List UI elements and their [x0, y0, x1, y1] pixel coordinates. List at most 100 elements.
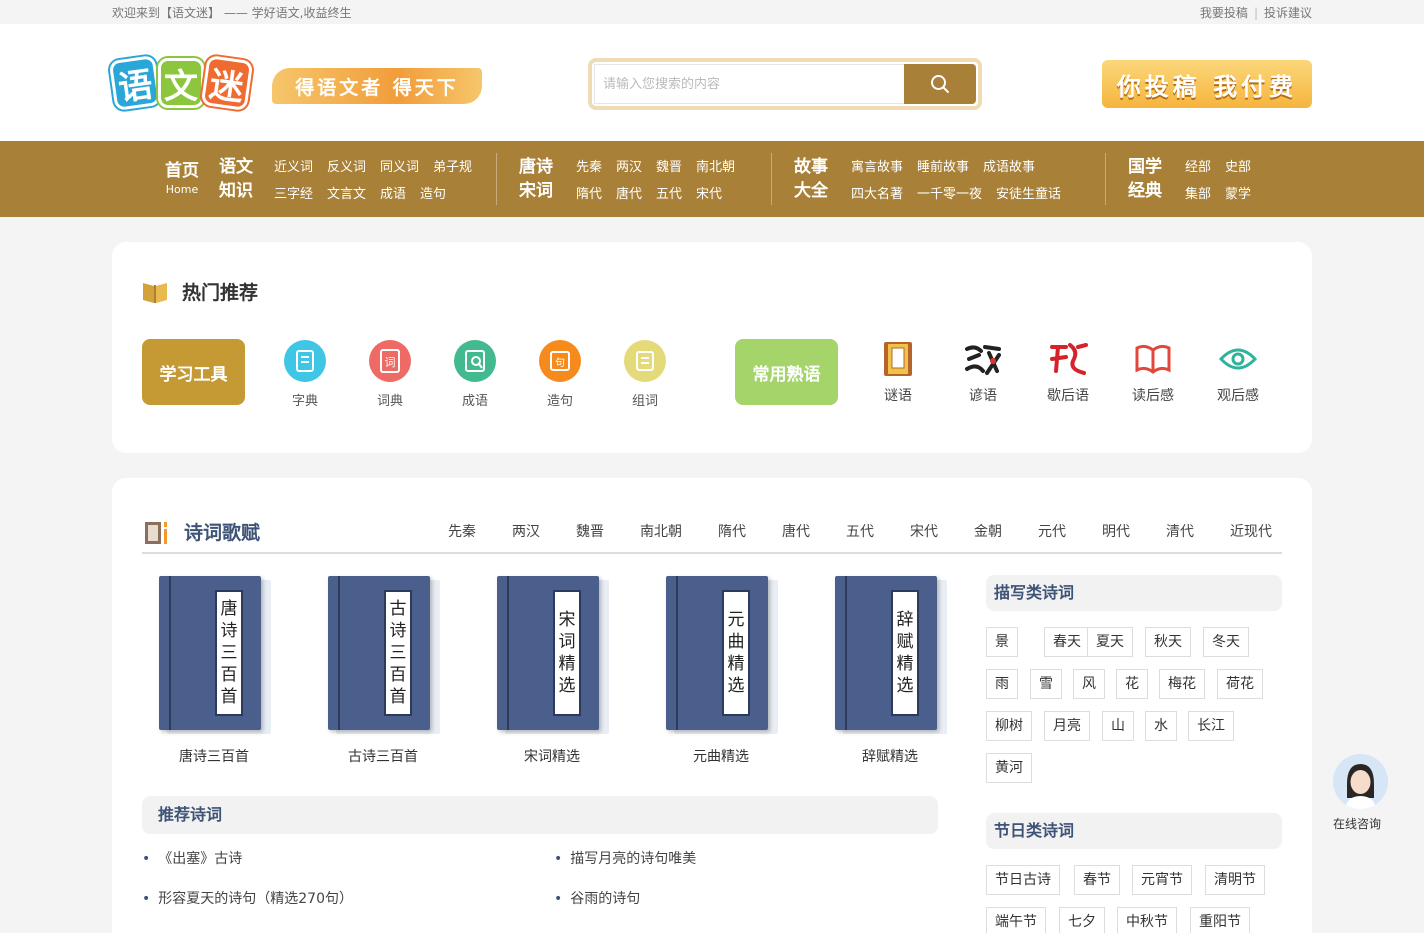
describe-tag[interactable]: 水 [1145, 711, 1177, 741]
book-item[interactable]: 宋词精选 宋词精选 [477, 576, 627, 766]
recommend-item[interactable]: 谷雨的诗句 [554, 888, 640, 908]
festival-tag[interactable]: 清明节 [1205, 865, 1265, 895]
festival-tag[interactable]: 端午节 [986, 907, 1046, 933]
era-tab[interactable]: 明代 [1102, 521, 1130, 541]
era-tab[interactable]: 金朝 [974, 521, 1002, 541]
nav-link[interactable]: 魏晋 [656, 156, 682, 175]
nav-link[interactable]: 宋代 [696, 183, 722, 202]
describe-tag[interactable]: 柳树 [986, 711, 1032, 741]
nav-group-title[interactable]: 唐诗 宋词 [516, 155, 556, 203]
describe-tag[interactable]: 秋天 [1145, 627, 1191, 657]
tool-zuci[interactable]: 组词 [615, 340, 675, 409]
describe-tag[interactable]: 荷花 [1217, 669, 1263, 699]
festival-tag[interactable]: 七夕 [1059, 907, 1105, 933]
nav-link[interactable]: 弟子规 [433, 156, 472, 175]
era-tab[interactable]: 清代 [1166, 521, 1194, 541]
nav-link[interactable]: 安徒生童话 [996, 183, 1061, 202]
common-phrases-button[interactable]: 常用熟语 [735, 339, 838, 405]
tool-dictionary[interactable]: 字典 [275, 340, 335, 409]
book-item[interactable]: 唐诗三百首 唐诗三百首 [139, 576, 289, 766]
era-tab[interactable]: 元代 [1038, 521, 1066, 541]
book-item[interactable]: 古诗三百首 古诗三百首 [308, 576, 458, 766]
describe-tag[interactable]: 风 [1073, 669, 1105, 699]
nav-link[interactable]: 成语故事 [983, 156, 1035, 175]
nav-link[interactable]: 近义词 [274, 156, 313, 175]
describe-tag[interactable]: 冬天 [1203, 627, 1249, 657]
contribute-banner[interactable]: 你投稿 我付费 [1102, 60, 1312, 108]
feedback-link[interactable]: 投诉建议 [1264, 6, 1312, 20]
nav-link[interactable]: 睡前故事 [917, 156, 969, 175]
site-logo[interactable]: 语 文 迷 [108, 54, 254, 112]
nav-link[interactable]: 五代 [656, 183, 682, 202]
search-button[interactable] [904, 64, 976, 104]
nav-link[interactable]: 三字经 [274, 183, 313, 202]
nav-link[interactable]: 文言文 [327, 183, 366, 202]
describe-tag[interactable]: 春天 [1044, 627, 1090, 657]
online-consult-button[interactable]: 在线咨询 [1332, 754, 1388, 832]
nav-home[interactable]: 首页 Home [160, 160, 204, 198]
festival-tag[interactable]: 元宵节 [1132, 865, 1192, 895]
era-tab[interactable]: 南北朝 [640, 521, 682, 541]
describe-tag[interactable]: 花 [1116, 669, 1148, 699]
nav-link[interactable]: 隋代 [576, 183, 602, 202]
recommend-item[interactable]: 形容夏天的诗句（精选270句） [142, 888, 353, 908]
nav-group-title[interactable]: 国学 经典 [1125, 155, 1165, 203]
tool-cidian[interactable]: 词 词典 [360, 340, 420, 409]
festival-tag[interactable]: 节日古诗 [986, 865, 1060, 895]
nav-link[interactable]: 四大名著 [851, 183, 903, 202]
era-tab[interactable]: 宋代 [910, 521, 938, 541]
era-tab[interactable]: 魏晋 [576, 521, 604, 541]
study-tools-button[interactable]: 学习工具 [142, 339, 245, 405]
describe-tag[interactable]: 梅花 [1159, 669, 1205, 699]
describe-tag[interactable]: 长江 [1188, 711, 1234, 741]
era-tab[interactable]: 两汉 [512, 521, 540, 541]
phrase-xiehouyu[interactable]: 歇后语 [1038, 339, 1098, 405]
search-input[interactable] [594, 64, 904, 104]
book-item[interactable]: 元曲精选 元曲精选 [646, 576, 796, 766]
describe-tag[interactable]: 景 [986, 627, 1018, 657]
tool-zaoju[interactable]: 句 造句 [530, 340, 590, 409]
describe-tag[interactable]: 雪 [1030, 669, 1062, 699]
festival-tag[interactable]: 重阳节 [1190, 907, 1250, 933]
phrase-proverb[interactable]: 谚语 [953, 339, 1013, 405]
nav-link[interactable]: 寓言故事 [851, 156, 903, 175]
era-tab[interactable]: 唐代 [782, 521, 810, 541]
describe-tag[interactable]: 月亮 [1044, 711, 1090, 741]
tool-chengyu[interactable]: 成语 [445, 340, 505, 409]
nav-link[interactable]: 两汉 [616, 156, 642, 175]
nav-link[interactable]: 同义词 [380, 156, 419, 175]
era-tab[interactable]: 隋代 [718, 521, 746, 541]
era-tab[interactable]: 五代 [846, 521, 874, 541]
nav-link[interactable]: 成语 [380, 183, 406, 202]
submit-link[interactable]: 我要投稿 [1200, 6, 1248, 20]
phrase-label: 读后感 [1132, 388, 1174, 404]
nav-link[interactable]: 造句 [420, 183, 446, 202]
zaoju-icon: 句 [539, 340, 581, 382]
phrase-film-review[interactable]: 观后感 [1208, 339, 1268, 405]
nav-group-title[interactable]: 故事 大全 [791, 155, 831, 203]
nav-link[interactable]: 反义词 [327, 156, 366, 175]
nav-link[interactable]: 先秦 [576, 156, 602, 175]
nav-link[interactable]: 集部 [1185, 183, 1211, 202]
nav-link[interactable]: 经部 [1185, 156, 1211, 175]
era-tab[interactable]: 近现代 [1230, 521, 1272, 541]
nav-link[interactable]: 南北朝 [696, 156, 735, 175]
nav-link[interactable]: 史部 [1225, 156, 1251, 175]
recommend-item[interactable]: 《出塞》古诗 [142, 848, 242, 868]
phrase-riddle[interactable]: 谜语 [868, 339, 928, 405]
describe-tag[interactable]: 山 [1102, 711, 1134, 741]
nav-link[interactable]: 一千零一夜 [917, 183, 982, 202]
nav-link[interactable]: 唐代 [616, 183, 642, 202]
festival-tag[interactable]: 春节 [1074, 865, 1120, 895]
describe-tag[interactable]: 夏天 [1087, 627, 1133, 657]
nav-group-title[interactable]: 语文 知识 [216, 155, 256, 203]
recommend-item[interactable]: 描写月亮的诗句唯美 [554, 848, 696, 868]
logo-char: 语 [108, 55, 162, 111]
era-tab[interactable]: 先秦 [448, 521, 476, 541]
nav-link[interactable]: 蒙学 [1225, 183, 1251, 202]
festival-tag[interactable]: 中秋节 [1117, 907, 1177, 933]
describe-tag[interactable]: 黄河 [986, 753, 1032, 783]
book-item[interactable]: 辞赋精选 辞赋精选 [815, 576, 965, 766]
describe-tag[interactable]: 雨 [986, 669, 1018, 699]
phrase-reading-review[interactable]: 读后感 [1123, 339, 1183, 405]
